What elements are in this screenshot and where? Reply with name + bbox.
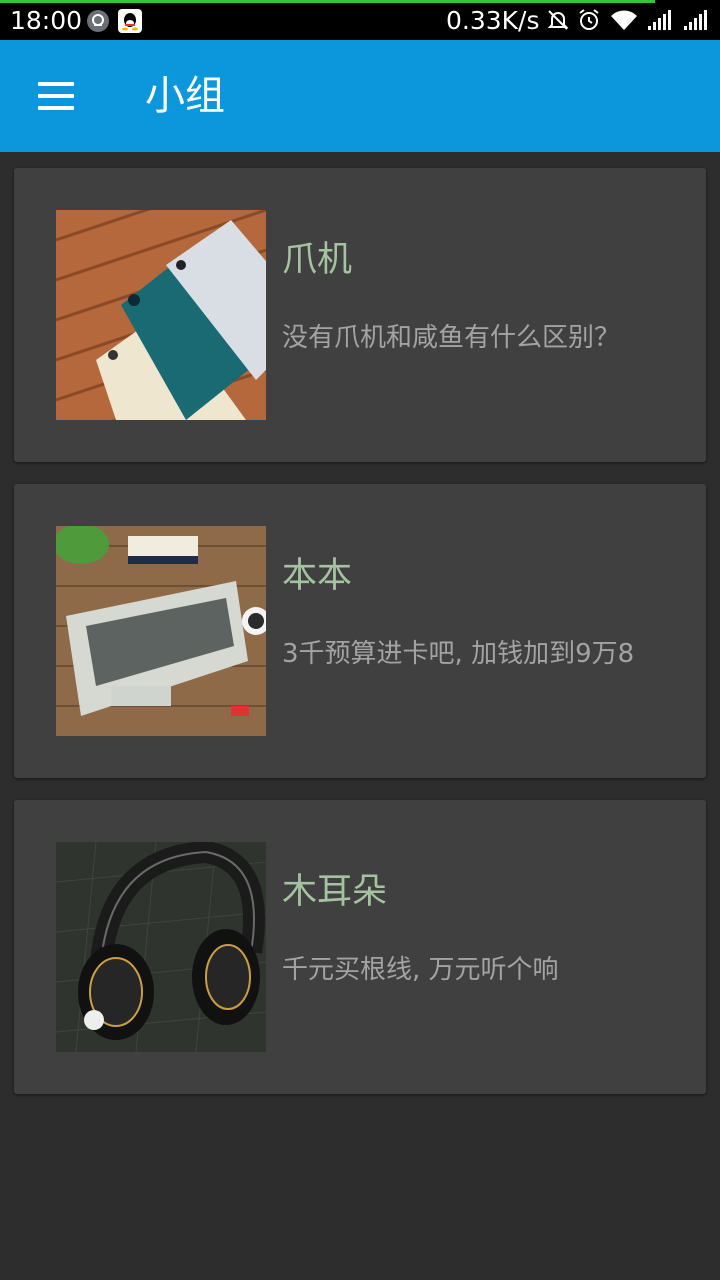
headphones-image [56, 842, 266, 1052]
group-list: 爪机 没有爪机和咸鱼有什么区别？ 本本 3千预算进卡吧, 加钱加到9万8 木耳朵… [0, 152, 720, 1280]
page-load-progress [0, 0, 655, 3]
group-card-benben[interactable]: 本本 3千预算进卡吧, 加钱加到9万8 [14, 484, 706, 778]
group-card-muerduo[interactable]: 木耳朵 千元买根线, 万元听个响 [14, 800, 706, 1094]
group-title: 本本 [282, 556, 353, 596]
signal-icon [684, 10, 707, 30]
group-title: 木耳朵 [282, 872, 388, 912]
group-description: 3千预算进卡吧, 加钱加到9万8 [282, 639, 635, 669]
qq-icon [118, 9, 142, 33]
signal-icon [648, 10, 671, 30]
group-title: 爪机 [282, 240, 353, 280]
app-notification-icon [86, 9, 110, 33]
app-bar: 小组 [0, 40, 720, 152]
laptop-image [56, 526, 266, 736]
group-description: 没有爪机和咸鱼有什么区别？ [282, 323, 621, 353]
page-title: 小组 [145, 73, 225, 119]
status-bar: 18:00 0.33K/s [0, 0, 720, 40]
hamburger-menu-icon[interactable] [22, 68, 90, 124]
phones-image [56, 210, 266, 420]
wifi-icon [611, 10, 637, 30]
group-description: 千元买根线, 万元听个响 [282, 955, 559, 985]
status-time: 18:00 [10, 6, 83, 35]
network-speed: 0.33K/s [446, 6, 540, 35]
group-card-zhuaji[interactable]: 爪机 没有爪机和咸鱼有什么区别？ [14, 168, 706, 462]
alarm-icon [579, 9, 599, 30]
mute-bell-icon [547, 10, 569, 30]
